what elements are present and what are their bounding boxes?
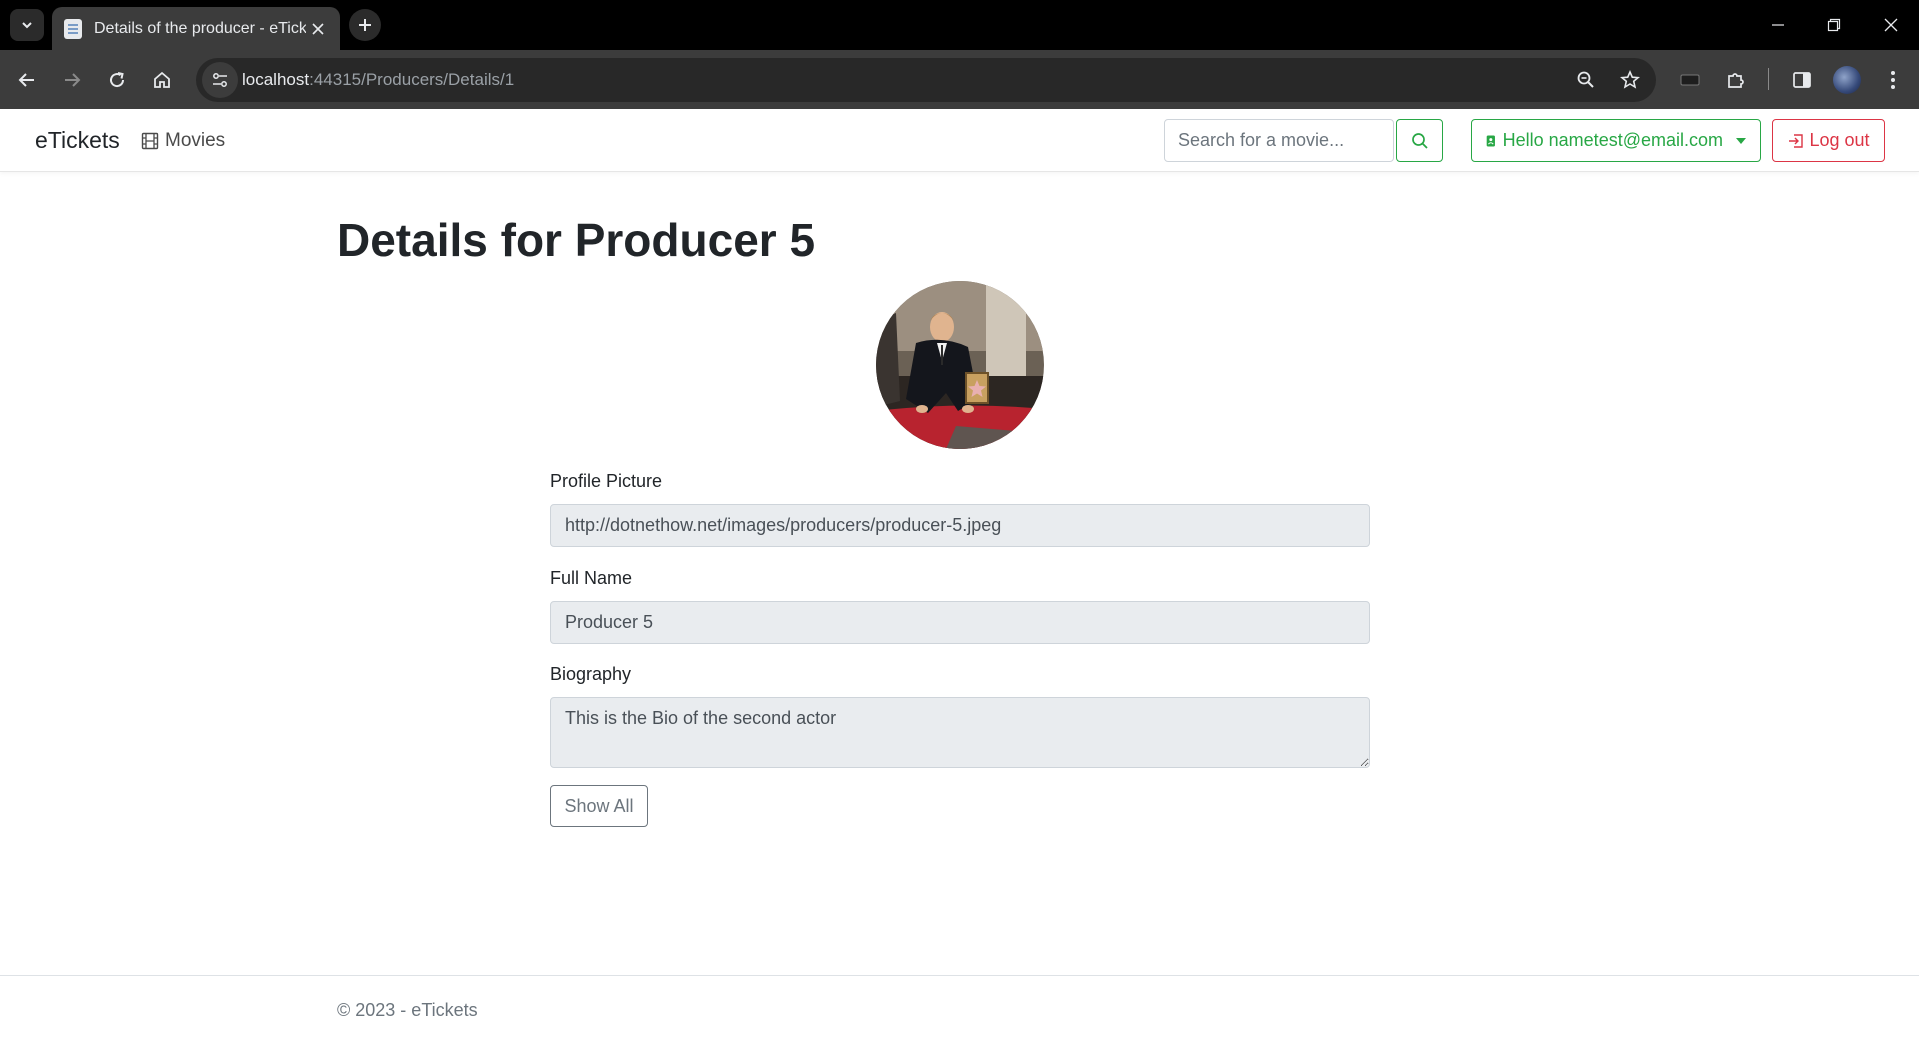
site-footer: © 2023 - eTickets [0,975,1919,1043]
page-title: Details for Producer 5 [337,214,816,266]
search-button[interactable] [1396,119,1443,162]
movie-search-input[interactable] [1164,119,1394,162]
biography-label: Biography [550,664,632,684]
new-tab-button[interactable] [349,9,381,41]
extension-button[interactable] [1674,64,1706,96]
home-icon [154,71,170,88]
restore-icon [1827,18,1841,32]
star-icon [1620,70,1640,89]
brand-link[interactable]: eTickets [35,127,120,154]
home-button[interactable] [146,64,178,96]
puzzle-icon [1728,73,1744,88]
bookmark-button[interactable] [1616,66,1644,94]
logout-button[interactable]: Log out [1772,119,1885,162]
tab-search-button[interactable] [10,9,44,41]
browser-toolbar: localhost:44315/Producers/Details/1 [0,50,1919,109]
tune-icon [213,73,227,87]
profile-picture-label: Profile Picture [550,471,663,491]
zoom-out-icon [1577,71,1594,88]
producer-profile-picture [876,281,1044,449]
url-text: localhost:44315/Producers/Details/1 [242,70,514,90]
footer-copyright: © 2023 - eTickets [337,1000,478,1020]
film-icon [141,132,159,150]
site-info-button[interactable] [202,62,238,98]
minimize-button[interactable] [1758,8,1798,42]
nav-movies-link[interactable]: Movies [141,130,225,152]
forward-button[interactable] [56,64,88,96]
reload-icon [110,72,125,88]
profile-button[interactable] [1831,64,1863,96]
close-icon [1884,18,1898,32]
user-greeting: Hello nametest@email.com [1502,130,1723,150]
person-badge-icon [1486,134,1495,147]
arrow-right-icon [65,73,81,87]
side-panel-button[interactable] [1786,64,1818,96]
box-arrow-in-right-icon [1789,133,1804,148]
logout-label: Log out [1809,130,1870,150]
profile-avatar [1833,66,1861,94]
side-panel-icon [1793,72,1811,88]
browser-tab-active[interactable]: Details of the producer - eTickets [52,7,340,50]
site-navbar: eTickets Movies Hello nametest@email.com… [0,109,1919,172]
extensions-menu-button[interactable] [1720,64,1752,96]
caret-down-icon [1736,137,1746,144]
close-window-button[interactable] [1871,8,1911,42]
user-dropdown-button[interactable]: Hello nametest@email.com [1471,119,1761,162]
address-bar[interactable]: localhost:44315/Producers/Details/1 [196,58,1656,102]
tab-title: Details of the producer - eTickets [94,19,306,37]
back-button[interactable] [11,64,43,96]
biography-field[interactable]: This is the Bio of the second actor [550,697,1370,768]
arrow-left-icon [18,73,34,87]
close-tab-icon[interactable] [308,19,328,39]
restore-button[interactable] [1814,8,1854,42]
url-host: localhost [242,70,310,89]
page-favicon-icon [64,18,82,39]
plus-icon [359,19,371,31]
browser-tabstrip: Details of the producer - eTickets [0,0,1919,50]
search-icon [1411,132,1428,149]
nav-movies-label: Movies [165,130,226,151]
full-name-label: Full Name [550,568,633,588]
full-name-field[interactable] [550,601,1370,644]
url-path: :44315/Producers/Details/1 [309,70,515,89]
profile-picture-field[interactable] [550,504,1370,547]
show-all-button[interactable]: Show All [550,785,648,827]
more-vertical-icon [1891,71,1895,89]
browser-menu-button[interactable] [1877,64,1909,96]
toolbar-separator [1768,68,1769,90]
zoom-button[interactable] [1572,66,1600,94]
reload-button[interactable] [101,64,133,96]
minimize-icon [1772,24,1784,26]
keyboard-icon [1680,74,1700,86]
chevron-down-icon [22,22,32,29]
